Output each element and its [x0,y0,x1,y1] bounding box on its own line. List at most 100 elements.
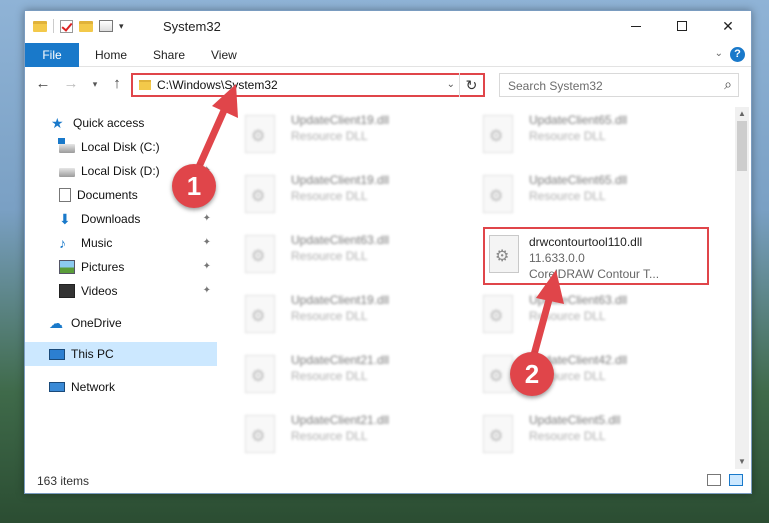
file-description: Resource DLL [529,189,606,203]
search-placeholder[interactable]: Search System32 [508,79,603,93]
callout-step-2: 2 [510,352,554,396]
sidebar-item-label: Local Disk (D:) [81,164,160,178]
details-view-icon[interactable] [707,474,721,486]
file-list: UpdateClient19.dll Resource DLL UpdateCl… [221,107,733,469]
tab-view[interactable]: View [201,43,247,67]
pin-icon[interactable]: ✦ [203,261,211,272]
list-item[interactable]: UpdateClient21.dll Resource DLL [221,347,449,403]
sidebar-item-music[interactable]: ♪ Music ✦ [25,231,217,255]
sidebar-item-videos[interactable]: Videos ✦ [25,279,217,303]
file-description: Resource DLL [529,129,606,143]
maximize-button[interactable] [659,11,705,41]
sidebar-item-onedrive[interactable]: ☁ OneDrive [25,311,217,335]
minimize-button[interactable] [613,11,659,41]
recent-locations-chevron-icon[interactable]: ▾ [85,79,105,90]
sidebar-item-label: Downloads [81,212,141,226]
quick-access-toolbar: ▾ [33,19,124,33]
expand-ribbon-icon[interactable]: ⌄ [715,48,723,59]
folder-icon[interactable] [33,20,47,32]
tab-share[interactable]: Share [143,43,195,67]
toolbar-divider [53,19,54,33]
sidebar-item-label: OneDrive [71,316,122,330]
file-description: Resource DLL [291,369,368,383]
network-icon [49,382,65,392]
pin-icon[interactable]: ✦ [203,213,211,224]
sidebar-item-network[interactable]: Network [25,375,217,399]
file-name: UpdateClient5.dll [529,413,621,427]
star-icon: ★ [51,115,64,131]
vertical-scrollbar[interactable]: ▲ ▼ [735,107,749,469]
new-folder-icon[interactable] [79,20,93,32]
file-name: UpdateClient19.dll [291,173,390,187]
file-description: Resource DLL [529,429,606,443]
search-icon[interactable]: ⌕ [724,76,732,93]
target-dll-file[interactable]: drwcontourtool110.dll 11.633.0.0 CorelDR… [483,227,709,285]
tab-file[interactable]: File [25,43,79,67]
callout-step-1: 1 [172,164,216,208]
maximize-icon [677,21,687,31]
tiles-view-icon[interactable] [729,474,743,486]
tab-home[interactable]: Home [85,43,137,67]
list-item[interactable]: UpdateClient19.dll Resource DLL [221,167,449,223]
address-path[interactable]: C:\Windows\System32 [157,78,278,92]
sidebar-item-local-disk-c[interactable]: Local Disk (C:) [25,135,217,159]
drive-icon [58,138,75,153]
properties-check-icon[interactable] [60,19,73,33]
file-name: drwcontourtool110.dll [529,235,643,249]
dll-file-icon [483,295,513,333]
refresh-icon[interactable]: ↻ [459,73,483,97]
chevron-down-icon[interactable]: ▾ [119,21,124,32]
dll-file-icon [245,175,275,213]
title-bar: ▾ System32 ✕ [25,11,751,43]
close-icon: ✕ [722,17,734,34]
forward-arrow-icon[interactable]: → [61,75,81,92]
list-item[interactable]: UpdateClient5.dll Resource DLL [459,407,687,463]
dll-file-icon [245,295,275,333]
address-bar[interactable]: C:\Windows\System32 ⌄ ↻ [131,73,485,97]
back-arrow-icon[interactable]: ← [33,75,53,92]
pin-icon[interactable]: ✦ [203,285,211,296]
up-arrow-icon[interactable]: ↑ [107,75,127,92]
documents-icon [59,188,71,202]
dll-file-icon [245,415,275,453]
list-item[interactable]: UpdateClient19.dll Resource DLL [221,107,449,163]
file-description: Resource DLL [291,309,368,323]
sidebar-item-pictures[interactable]: Pictures ✦ [25,255,217,279]
file-version: 11.633.0.0 [529,251,585,265]
customize-view-icon[interactable] [99,20,113,32]
scroll-thumb[interactable] [737,121,747,171]
list-item[interactable]: UpdateClient65.dll Resource DLL [459,107,687,163]
list-item[interactable]: UpdateClient19.dll Resource DLL [221,287,449,343]
address-dropdown-icon[interactable]: ⌄ [447,79,455,90]
dll-file-icon [483,355,513,393]
file-description: Resource DLL [529,309,606,323]
drive-icon [59,168,75,177]
close-button[interactable]: ✕ [705,11,751,41]
dll-file-icon [483,115,513,153]
file-description: CorelDRAW Contour T... [529,267,660,281]
list-item[interactable]: UpdateClient63.dll Resource DLL [459,287,687,343]
list-item[interactable]: UpdateClient65.dll Resource DLL [459,167,687,223]
dll-file-icon [245,235,275,273]
search-box[interactable]: Search System32 ⌕ [499,73,739,97]
list-item[interactable]: UpdateClient63.dll Resource DLL [221,227,449,283]
item-count: 163 items [37,474,90,488]
navigation-pane: ★ Quick access Local Disk (C:) Local Dis… [25,107,217,469]
computer-icon [49,348,65,360]
file-name: UpdateClient65.dll [529,173,628,187]
list-item[interactable]: UpdateClient42.dll Resource DLL [459,347,687,403]
pictures-icon [59,260,75,274]
sidebar-item-quick-access[interactable]: ★ Quick access [25,111,217,135]
scroll-down-icon[interactable]: ▼ [735,455,749,469]
cloud-icon: ☁ [49,315,63,331]
help-icon[interactable]: ? [730,47,745,62]
sidebar-item-label: Music [81,236,113,250]
file-name: UpdateClient19.dll [291,113,390,127]
folder-icon [139,80,151,90]
sidebar-item-this-pc[interactable]: This PC [25,342,217,366]
sidebar-item-downloads[interactable]: ⬇ Downloads ✦ [25,207,217,231]
pin-icon[interactable]: ✦ [203,237,211,248]
scroll-up-icon[interactable]: ▲ [735,107,749,121]
sidebar-item-label: Videos [81,284,118,298]
list-item[interactable]: UpdateClient21.dll Resource DLL [221,407,449,463]
